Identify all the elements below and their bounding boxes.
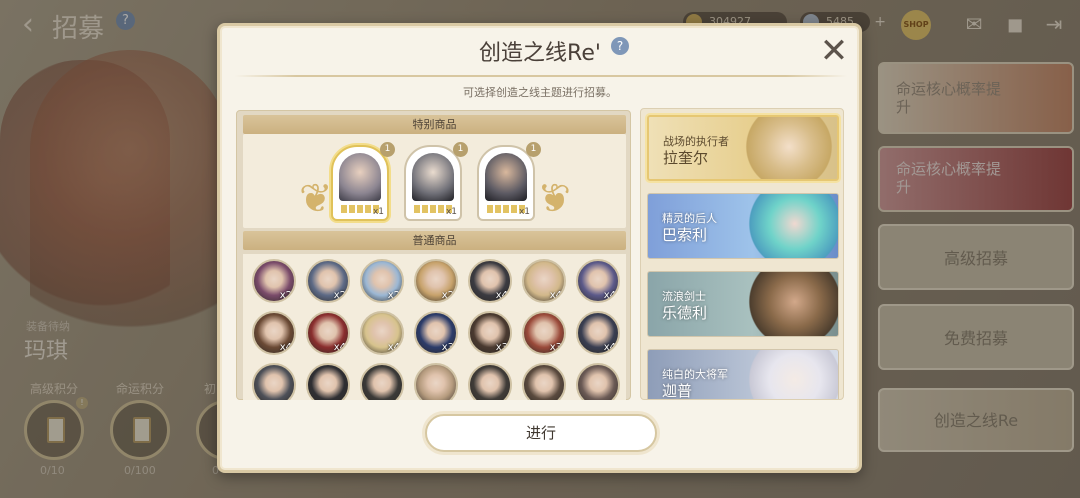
hero-theme-card[interactable]: 精灵的后人 巴索利 bbox=[647, 193, 839, 259]
item-quantity: x4 bbox=[603, 342, 616, 353]
special-item-card[interactable]: x1 1 bbox=[331, 142, 395, 221]
item-portrait bbox=[339, 153, 381, 201]
item-quantity: x2 bbox=[279, 290, 292, 301]
normal-item[interactable]: x4 bbox=[468, 259, 512, 303]
normal-item[interactable]: x4 bbox=[252, 311, 296, 355]
item-portrait bbox=[412, 153, 454, 201]
item-badge: 1 bbox=[453, 142, 468, 157]
normal-item[interactable]: x4 bbox=[522, 259, 566, 303]
normal-item[interactable] bbox=[468, 363, 512, 400]
special-item-card[interactable]: x1 1 bbox=[477, 142, 541, 221]
hero-name: 拉奎尔 bbox=[663, 149, 709, 167]
item-quantity: x4 bbox=[549, 290, 562, 301]
item-quantity: x2 bbox=[387, 290, 400, 301]
item-quantity: x4 bbox=[603, 290, 616, 301]
help-icon[interactable]: ? bbox=[611, 37, 629, 55]
item-quantity: x4 bbox=[333, 342, 346, 353]
item-quantity: x2 bbox=[333, 290, 346, 301]
normal-item[interactable]: x4 bbox=[576, 311, 620, 355]
hero-portrait bbox=[742, 350, 838, 399]
normal-item[interactable] bbox=[522, 363, 566, 400]
hero-theme-card[interactable]: 战场的执行者 拉奎尔 bbox=[647, 115, 839, 181]
hero-theme-list[interactable]: 战场的执行者 拉奎尔 精灵的后人 巴索利 流浪剑士 乐德利纯白的大将军 迦普 bbox=[640, 108, 844, 400]
normal-item[interactable]: x2 bbox=[414, 259, 458, 303]
special-item-card[interactable]: x1 1 bbox=[404, 142, 468, 221]
normal-item[interactable]: x2 bbox=[252, 259, 296, 303]
normal-item[interactable] bbox=[306, 363, 350, 400]
hero-name: 巴索利 bbox=[662, 226, 708, 244]
confirm-button[interactable]: 进行 bbox=[425, 414, 657, 452]
special-section-header: 特别商品 bbox=[243, 115, 626, 134]
normal-item[interactable]: x3 bbox=[414, 311, 458, 355]
hero-portrait bbox=[742, 194, 838, 258]
normal-item[interactable]: x2 bbox=[360, 259, 404, 303]
hero-name: 迦普 bbox=[662, 382, 693, 400]
item-portrait bbox=[485, 153, 527, 201]
normal-item[interactable]: x3 bbox=[522, 311, 566, 355]
normal-item[interactable] bbox=[576, 363, 620, 400]
item-quantity: x3 bbox=[441, 342, 454, 353]
item-count: x1 bbox=[445, 207, 457, 217]
normal-item[interactable] bbox=[360, 363, 404, 400]
item-badge: 1 bbox=[526, 142, 541, 157]
modal-title: 创造之线Re' bbox=[479, 41, 601, 66]
normal-item[interactable] bbox=[252, 363, 296, 400]
normal-item[interactable]: x4 bbox=[576, 259, 620, 303]
item-quantity: x2 bbox=[441, 290, 454, 301]
item-count: x1 bbox=[372, 207, 384, 217]
laurel-right-icon: ❦ bbox=[537, 176, 571, 222]
item-count: x1 bbox=[518, 207, 530, 217]
laurel-left-icon: ❦ bbox=[299, 176, 333, 222]
hero-portrait bbox=[742, 272, 838, 336]
item-quantity: x4 bbox=[387, 342, 400, 353]
normal-item[interactable]: x4 bbox=[360, 311, 404, 355]
hero-portrait bbox=[741, 117, 837, 179]
normal-item[interactable]: x4 bbox=[306, 311, 350, 355]
item-badge: 1 bbox=[380, 142, 395, 157]
item-quantity: x4 bbox=[279, 342, 292, 353]
hero-name: 乐德利 bbox=[662, 304, 708, 322]
close-icon[interactable]: ✕ bbox=[818, 34, 850, 68]
modal-subtitle: 可选择创造之线主题进行招募。 bbox=[463, 86, 617, 99]
hero-theme-card[interactable]: 纯白的大将军 迦普 bbox=[647, 349, 839, 400]
hero-theme-card[interactable]: 流浪剑士 乐德利 bbox=[647, 271, 839, 337]
normal-items-grid[interactable]: x2 x2 x2 x2 x4 x4 x4 x4 x4 x4 x3 x3 x3 x4 bbox=[243, 254, 626, 400]
item-quantity: x3 bbox=[495, 342, 508, 353]
normal-item[interactable] bbox=[414, 363, 458, 400]
normal-section-header: 普通商品 bbox=[243, 231, 626, 250]
item-quantity: x3 bbox=[549, 342, 562, 353]
normal-item[interactable]: x2 bbox=[306, 259, 350, 303]
normal-item[interactable]: x3 bbox=[468, 311, 512, 355]
item-quantity: x4 bbox=[495, 290, 508, 301]
title-divider bbox=[235, 75, 847, 77]
